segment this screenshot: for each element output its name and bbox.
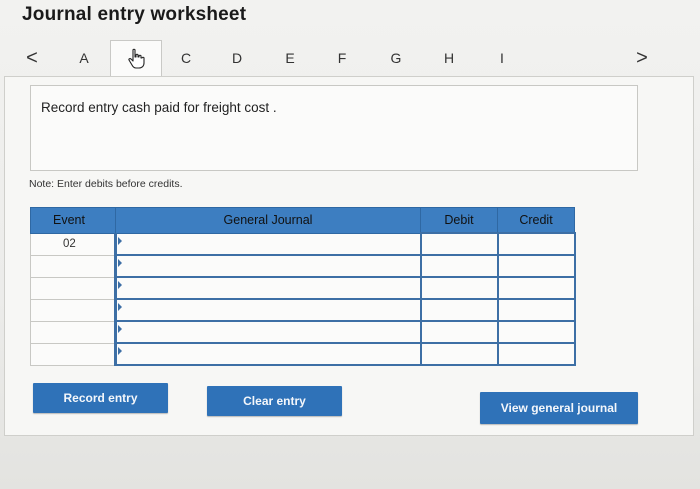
journal-table: Event General Journal Debit Credit 02: [30, 207, 576, 366]
table-row: 02: [30, 232, 576, 256]
event-cell: [30, 254, 116, 278]
account-input[interactable]: [114, 254, 422, 278]
next-arrow-icon[interactable]: >: [632, 44, 652, 72]
debit-input[interactable]: [419, 254, 499, 278]
note-text: Note: Enter debits before credits.: [29, 178, 183, 190]
tab-d[interactable]: D: [223, 44, 251, 72]
event-cell: [30, 342, 116, 366]
debit-input[interactable]: [419, 276, 499, 300]
table-row: [30, 254, 576, 278]
account-input[interactable]: [114, 276, 422, 300]
event-cell: [30, 276, 116, 300]
journal-entry-worksheet: Journal entry worksheet < A C D E F G H …: [0, 0, 700, 489]
record-entry-button[interactable]: Record entry: [33, 383, 168, 413]
event-cell: [30, 320, 116, 344]
dropdown-marker-icon: [118, 281, 122, 289]
account-input[interactable]: [114, 232, 422, 256]
event-cell: [30, 298, 116, 322]
general-journal-header: General Journal: [115, 207, 421, 234]
prompt-text: Record entry cash paid for freight cost …: [41, 100, 277, 115]
tab-h[interactable]: H: [435, 44, 463, 72]
account-input[interactable]: [114, 342, 422, 366]
entry-tabs: < A C D E F G H I >: [20, 40, 670, 76]
credit-input[interactable]: [496, 298, 576, 322]
prev-arrow-icon[interactable]: <: [22, 44, 42, 72]
clear-entry-button[interactable]: Clear entry: [207, 386, 342, 416]
account-input[interactable]: [114, 320, 422, 344]
tab-f[interactable]: F: [328, 44, 356, 72]
credit-input[interactable]: [496, 232, 576, 256]
view-general-journal-button[interactable]: View general journal: [480, 392, 638, 424]
table-row: [30, 342, 576, 366]
worksheet-panel: Record entry cash paid for freight cost …: [4, 76, 694, 436]
event-cell: 02: [30, 232, 116, 256]
dropdown-marker-icon: [118, 259, 122, 267]
page-title: Journal entry worksheet: [22, 4, 247, 25]
account-input[interactable]: [114, 298, 422, 322]
tab-a[interactable]: A: [70, 44, 98, 72]
credit-input[interactable]: [496, 342, 576, 366]
dropdown-marker-icon: [118, 347, 122, 355]
tab-c[interactable]: C: [172, 44, 200, 72]
dropdown-marker-icon: [118, 325, 122, 333]
debit-input[interactable]: [419, 298, 499, 322]
credit-header: Credit: [497, 207, 575, 234]
table-row: [30, 298, 576, 322]
debit-input[interactable]: [419, 232, 499, 256]
debit-input[interactable]: [419, 342, 499, 366]
hand-pointer-icon: [128, 48, 145, 69]
table-row: [30, 320, 576, 344]
prompt-box: Record entry cash paid for freight cost …: [30, 85, 638, 171]
credit-input[interactable]: [496, 320, 576, 344]
journal-header-row: Event General Journal Debit Credit: [30, 207, 575, 234]
tab-b[interactable]: [110, 40, 162, 76]
credit-input[interactable]: [496, 254, 576, 278]
table-row: [30, 276, 576, 300]
dropdown-marker-icon: [118, 303, 122, 311]
debit-input[interactable]: [419, 320, 499, 344]
event-header: Event: [30, 207, 116, 234]
tab-e[interactable]: E: [276, 44, 304, 72]
tab-g[interactable]: G: [382, 44, 410, 72]
tab-i[interactable]: I: [488, 44, 516, 72]
dropdown-marker-icon: [118, 236, 122, 245]
credit-input[interactable]: [496, 276, 576, 300]
debit-header: Debit: [420, 207, 498, 234]
